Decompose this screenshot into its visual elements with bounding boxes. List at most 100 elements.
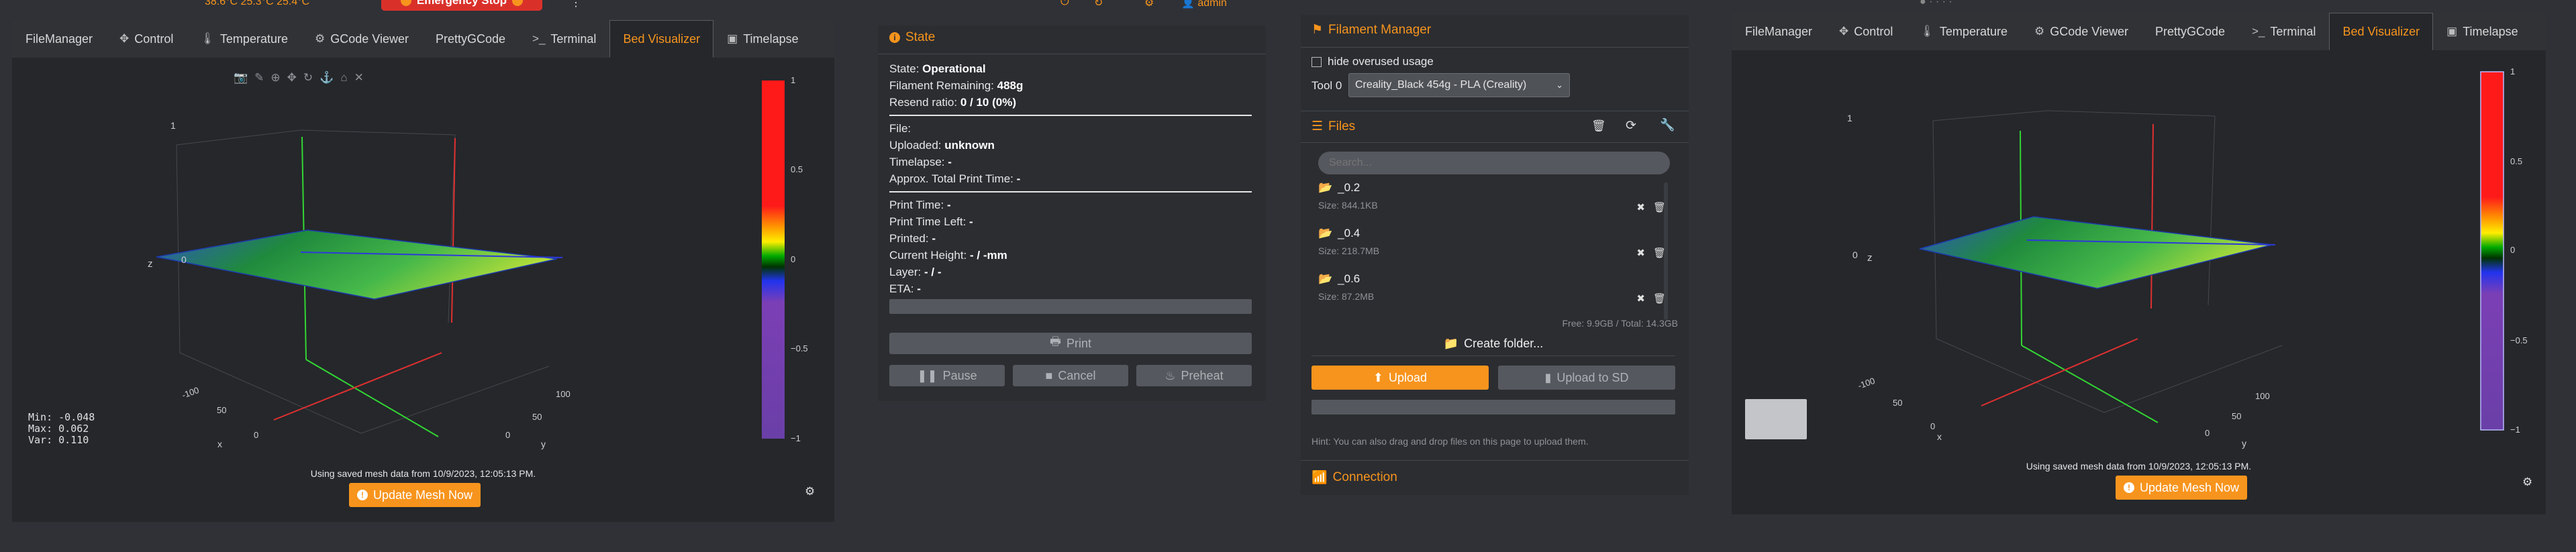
refresh-icon[interactable]: ⟳ xyxy=(1626,118,1636,133)
list-icon: ☰ xyxy=(1311,119,1324,133)
tab-filemanager[interactable]: FileManager xyxy=(1732,13,1826,50)
search-input[interactable] xyxy=(1318,152,1670,174)
upload-label: Upload xyxy=(1389,370,1428,384)
tab-filemanager[interactable]: FileManager xyxy=(12,20,106,58)
list-item[interactable]: 📂 _0.2 Size: 844.1KB ✖ 🗑 xyxy=(1318,181,1666,225)
menu-icon[interactable]: ⋮ xyxy=(571,0,581,9)
x-tick-0: 0 xyxy=(254,430,258,440)
list-item[interactable]: 📂 _0.4 Size: 218.7MB ✖ 🗑 xyxy=(1318,227,1666,271)
tab-bed-visualizer[interactable]: Bed Visualizer xyxy=(609,20,714,58)
mesh-3d-plot[interactable]: 1 0 z -100 50 0 x 100 50 0 y 1 0.5 0 −0.… xyxy=(1732,50,2546,514)
saved-mesh-text: Using saved mesh data from 10/9/2023, 12… xyxy=(2026,461,2252,472)
update-mesh-button[interactable]: ! Update Mesh Now xyxy=(2116,476,2247,500)
tab-temperature[interactable]: 🌡 Temperature xyxy=(187,20,301,58)
tool-spool-select[interactable]: Creality_Black 454g - PLA (Creality) ⌄ xyxy=(1348,73,1570,97)
stat-var: Var: 0.110 xyxy=(28,434,89,446)
x-tick-50: 50 xyxy=(1893,398,1902,408)
z-tick-1: 1 xyxy=(1847,113,1852,123)
tab-label: Timelapse xyxy=(743,32,799,46)
cancel-label: Cancel xyxy=(1058,368,1096,382)
divider xyxy=(1311,355,1675,356)
tab-prettygcode[interactable]: PrettyGCode xyxy=(422,20,519,58)
tab-bed-visualizer[interactable]: Bed Visualizer xyxy=(2329,13,2434,50)
state-line: State: Operational xyxy=(889,62,986,75)
cut-icon[interactable]: ✖ xyxy=(1636,292,1645,305)
preheat-button[interactable]: ♨ Preheat xyxy=(1136,365,1252,386)
tab-terminal[interactable]: >_ Terminal xyxy=(519,20,609,58)
gear-icon[interactable]: ⚙ xyxy=(2522,476,2532,489)
tab-prettygcode[interactable]: PrettyGCode xyxy=(2142,13,2238,50)
files-title: Files xyxy=(1328,119,1356,133)
connection-header[interactable]: 📶 Connection xyxy=(1311,470,1397,486)
tab-gcode-viewer[interactable]: ⚙ GCode Viewer xyxy=(2021,13,2142,50)
tab-label: FileManager xyxy=(1745,24,1813,38)
gear-icon[interactable]: ⚙ xyxy=(805,485,815,498)
tooltip-placeholder xyxy=(1745,399,1807,439)
list-item[interactable]: 📂 _0.6 Size: 87.2MB ✖ 🗑 xyxy=(1318,272,1666,317)
left-tab-bar: FileManager ✥ Control 🌡 Temperature ⚙ GCode… xyxy=(12,20,834,58)
filament-remaining-line: Filament Remaining: 488g xyxy=(889,79,1024,92)
y-axis-label: y xyxy=(541,439,546,449)
tab-terminal[interactable]: >_ Terminal xyxy=(2238,13,2329,50)
tab-label: PrettyGCode xyxy=(2154,24,2226,38)
mesh-3d-plot[interactable]: 1 0 z -100 50 0 x 100 50 0 y 1 0.5 0 −0.… xyxy=(12,58,834,522)
update-mesh-label: Update Mesh Now xyxy=(373,488,473,502)
tab-control[interactable]: ✥ Control xyxy=(106,20,187,58)
print-time-line: Print Time: - xyxy=(889,199,951,211)
sidebar-panel: ⚑ Filament Manager hide overused usage T… xyxy=(1301,15,1689,495)
hide-overused-row[interactable]: hide overused usage xyxy=(1311,55,1434,68)
colorbar xyxy=(2480,71,2504,431)
create-folder-button[interactable]: 📁 Create folder... xyxy=(1311,333,1675,354)
terminal-icon: >_ xyxy=(2252,25,2265,38)
trash-icon[interactable]: 🗑 xyxy=(1591,119,1606,133)
tab-control[interactable]: ✥ Control xyxy=(1826,13,1906,50)
layer-line: Layer: - / - xyxy=(889,266,942,278)
print-button[interactable]: 🖶 Print xyxy=(889,333,1252,354)
z-tick-0: 0 xyxy=(181,254,187,265)
file-list-scrollbar[interactable] xyxy=(1664,182,1668,320)
colorbar-tick-0: 0 xyxy=(791,254,795,264)
cancel-button[interactable]: ■ Cancel xyxy=(1013,365,1128,386)
approx-print-time-line: Approx. Total Print Time: - xyxy=(889,172,1021,185)
y-tick-0: 0 xyxy=(2205,428,2210,438)
power-icon[interactable]: ⏻ xyxy=(1060,0,1069,8)
resend-ratio-line: Resend ratio: 0 / 10 (0%) xyxy=(889,96,1016,109)
move-icon: ✥ xyxy=(1839,25,1849,38)
file-line: File: xyxy=(889,122,911,135)
filament-manager-header: ⚑ Filament Manager xyxy=(1311,22,1431,38)
colorbar-tick-neg-0-5: −0.5 xyxy=(2510,335,2528,345)
film-icon: ▣ xyxy=(2446,25,2458,38)
tab-timelapse[interactable]: ▣ Timelapse xyxy=(2433,13,2531,50)
pause-button[interactable]: ❚❚ Pause xyxy=(889,365,1005,386)
upload-button[interactable]: ⬆ Upload xyxy=(1311,366,1489,390)
upload-to-sd-button[interactable]: ▮ Upload to SD xyxy=(1498,366,1675,390)
wrench-icon[interactable]: 🔧 xyxy=(1660,118,1675,132)
cut-icon[interactable]: ✖ xyxy=(1636,201,1645,213)
tab-temperature[interactable]: 🌡 Temperature xyxy=(1906,13,2021,50)
tab-timelapse[interactable]: ▣ Timelapse xyxy=(713,20,811,58)
colorbar-tick-neg-0-5: −0.5 xyxy=(791,343,808,353)
state-header: i State xyxy=(889,30,935,45)
cut-icon[interactable]: ✖ xyxy=(1636,247,1645,259)
chevron-down-icon: ⌄ xyxy=(1556,80,1563,90)
x-tick-50: 50 xyxy=(217,405,226,415)
red-axis-base xyxy=(1981,338,2138,406)
y-tick-50: 50 xyxy=(532,412,542,422)
settings-icon[interactable]: ⚙ xyxy=(1144,0,1154,9)
mesh-stats: Min: -0.048 Max: 0.062 Var: 0.110 xyxy=(28,412,95,446)
preheat-label: Preheat xyxy=(1181,368,1224,382)
tab-gcode-viewer[interactable]: ⚙ GCode Viewer xyxy=(301,20,422,58)
printer-icon: 🖶 xyxy=(1049,335,1061,348)
checkbox[interactable] xyxy=(1311,56,1322,67)
update-mesh-button[interactable]: ! Update Mesh Now xyxy=(349,483,481,507)
refresh-icon[interactable]: ↻ xyxy=(1094,0,1103,9)
current-height-line: Current Height: - / -mm xyxy=(889,249,1007,262)
tab-label: Bed Visualizer xyxy=(2342,24,2420,38)
emergency-stop-button[interactable]: Emergency Stop xyxy=(381,0,542,11)
divider xyxy=(889,115,1252,116)
file-size: Size: 844.1KB xyxy=(1318,200,1378,211)
folder-icon: 📁 xyxy=(1443,336,1459,350)
z-tick-0: 0 xyxy=(1852,250,1858,260)
user-menu[interactable]: 👤 admin xyxy=(1181,0,1227,9)
left-bed-visualizer-panel: 📷 ✎ ⊕ ✥ ↻ ⚓ ⌂ ✕ 1 0 z -100 50 0 x 100 50… xyxy=(12,58,834,522)
